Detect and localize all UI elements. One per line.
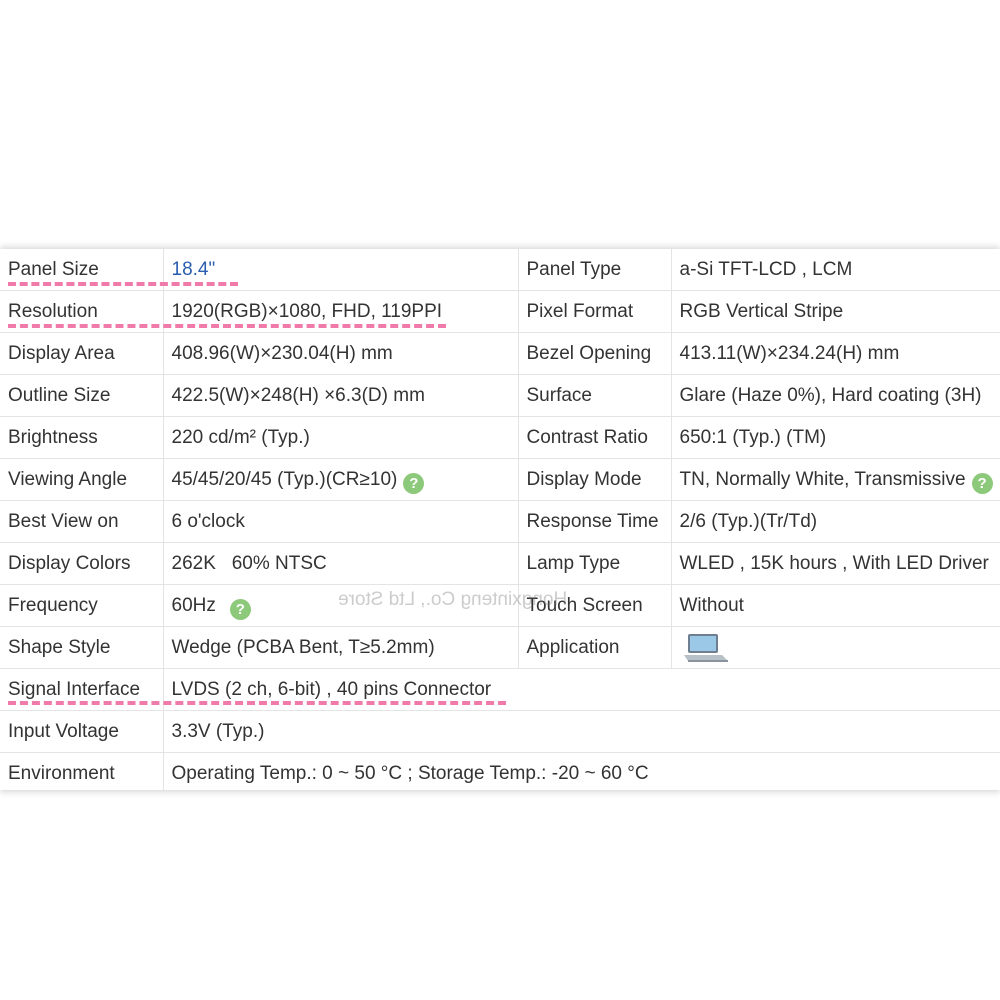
label-bezel-opening: Bezel Opening xyxy=(518,332,672,375)
label-touch-screen: Touch Screen xyxy=(518,584,672,627)
label-frequency: Frequency xyxy=(0,584,164,627)
value-display-colors: 262K 60% NTSC xyxy=(163,542,519,585)
value-touch-screen: Without xyxy=(671,584,1000,627)
value-shape-style: Wedge (PCBA Bent, T≥5.2mm) xyxy=(163,626,519,669)
table-row: Frequency 60Hz? Touch Screen Without xyxy=(0,584,1000,627)
table-row: Display Colors 262K 60% NTSC Lamp Type W… xyxy=(0,542,1000,585)
label-outline-size: Outline Size xyxy=(0,374,164,417)
value-outline-size: 422.5(W)×248(H) ×6.3(D) mm xyxy=(163,374,519,417)
label-panel-type: Panel Type xyxy=(518,249,672,291)
label-display-area: Display Area xyxy=(0,332,164,375)
value-bezel-opening: 413.11(W)×234.24(H) mm xyxy=(671,332,1000,375)
value-environment: Operating Temp.: 0 ~ 50 °C ; Storage Tem… xyxy=(163,752,1000,790)
help-icon[interactable]: ? xyxy=(971,473,993,494)
value-surface: Glare (Haze 0%), Hard coating (3H) xyxy=(671,374,1000,417)
value-best-view-on: 6 o'clock xyxy=(163,500,519,543)
value-response-time: 2/6 (Typ.)(Tr/Td) xyxy=(671,500,1000,543)
value-pixel-format: RGB Vertical Stripe xyxy=(671,290,1000,333)
label-response-time: Response Time xyxy=(518,500,672,543)
label-surface: Surface xyxy=(518,374,672,417)
value-input-voltage: 3.3V (Typ.) xyxy=(163,710,518,753)
label-lamp-type: Lamp Type xyxy=(518,542,672,585)
value-contrast-ratio: 650:1 (Typ.) (TM) xyxy=(671,416,1000,459)
value-brightness: 220 cd/m² (Typ.) xyxy=(163,416,519,459)
table-row: Best View on 6 o'clock Response Time 2/6… xyxy=(0,500,1000,543)
help-icon[interactable]: ? xyxy=(403,473,425,494)
value-display-mode: TN, Normally White, Transmissive xyxy=(679,469,966,490)
label-application: Application xyxy=(518,626,672,669)
table-row: Viewing Angle 45/45/20/45 (Typ.)(CR≥10)?… xyxy=(0,458,1000,501)
label-display-mode: Display Mode xyxy=(518,458,672,501)
label-display-colors: Display Colors xyxy=(0,542,164,585)
value-panel-type: a-Si TFT-LCD , LCM xyxy=(671,249,1000,291)
spec-table: Panel Size 18.4" Panel Type a-Si TFT-LCD… xyxy=(0,249,1000,790)
value-frequency: 60Hz xyxy=(171,595,216,616)
value-panel-size[interactable]: 18.4" xyxy=(172,259,216,280)
label-best-view-on: Best View on xyxy=(0,500,164,543)
laptop-icon xyxy=(682,633,728,668)
highlight-underline xyxy=(8,282,238,286)
table-row: Brightness 220 cd/m² (Typ.) Contrast Rat… xyxy=(0,416,1000,459)
label-shape-style: Shape Style xyxy=(0,626,164,669)
value-display-area: 408.96(W)×230.04(H) mm xyxy=(163,332,519,375)
label-brightness: Brightness xyxy=(0,416,164,459)
value-lamp-type: WLED , 15K hours , With LED Driver xyxy=(671,542,1000,585)
label-pixel-format: Pixel Format xyxy=(518,290,672,333)
table-row: Input Voltage 3.3V (Typ.) xyxy=(0,710,1000,753)
highlight-underline xyxy=(8,701,506,705)
table-row: Shape Style Wedge (PCBA Bent, T≥5.2mm) A… xyxy=(0,626,1000,669)
highlight-underline xyxy=(8,324,446,328)
help-icon[interactable]: ? xyxy=(229,599,251,620)
table-row: Environment Operating Temp.: 0 ~ 50 °C ;… xyxy=(0,752,1000,790)
label-viewing-angle: Viewing Angle xyxy=(0,458,164,501)
spec-sheet: Panel Size 18.4" Panel Type a-Si TFT-LCD… xyxy=(0,249,1000,790)
value-viewing-angle: 45/45/20/45 (Typ.)(CR≥10) xyxy=(171,469,398,490)
table-row: Outline Size 422.5(W)×248(H) ×6.3(D) mm … xyxy=(0,374,1000,417)
label-environment: Environment xyxy=(0,752,164,790)
table-row: Display Area 408.96(W)×230.04(H) mm Beze… xyxy=(0,332,1000,375)
label-contrast-ratio: Contrast Ratio xyxy=(518,416,672,459)
label-input-voltage: Input Voltage xyxy=(0,710,164,753)
